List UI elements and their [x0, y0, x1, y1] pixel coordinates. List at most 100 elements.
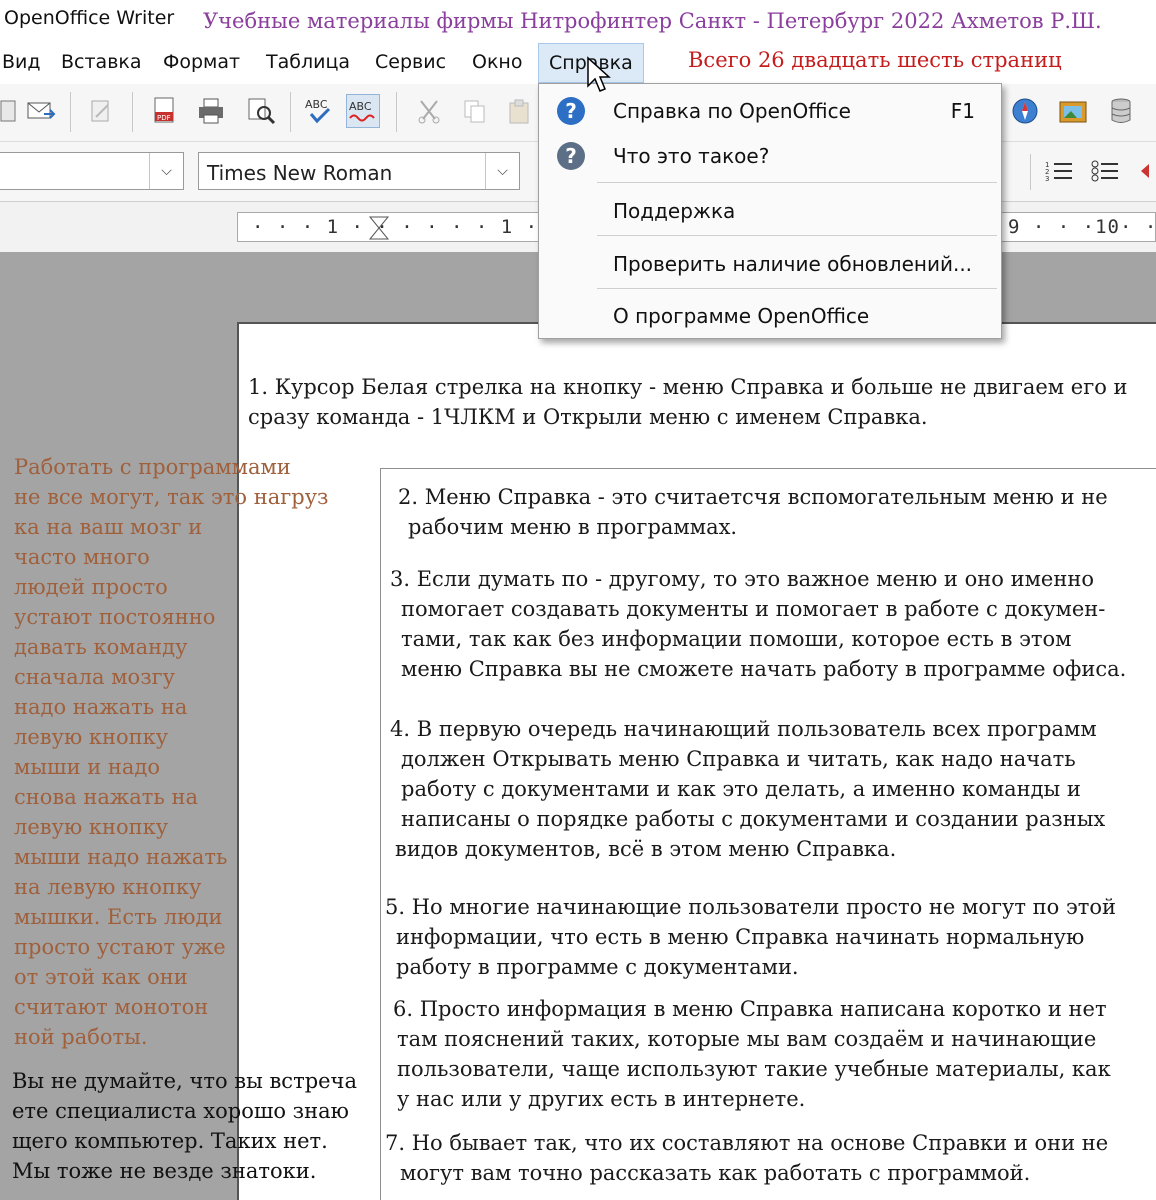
note-line: Мы тоже не везде знатоки. [12, 1159, 317, 1183]
numbering-icon[interactable]: 123 [1042, 154, 1076, 188]
menu-item-whats-this[interactable]: ? Что это такое? [539, 132, 1001, 178]
edit-icon[interactable] [0, 94, 26, 128]
note-line: людей просто [14, 575, 168, 599]
text-line: меню Справка вы не сможете начать работу… [401, 657, 1127, 681]
text-line: видов документов, всё в этом меню Справк… [395, 837, 897, 861]
menu-separator [597, 235, 997, 236]
autospellcheck-icon[interactable]: ABC [346, 94, 380, 128]
note-line: снова нажать на [14, 785, 199, 809]
note-line: считают монотон [14, 995, 209, 1019]
paragraph-4[interactable]: 4. В первую очередь начинающий пользоват… [390, 714, 1105, 864]
note-line: давать команду [14, 635, 188, 659]
title-bar: OpenOffice Writer Учебные материалы фирм… [0, 0, 1156, 40]
text-line: тами, так как без информации помоши, кот… [401, 627, 1072, 651]
email-icon[interactable] [24, 94, 58, 128]
note-line: мыши и надо [14, 755, 161, 779]
paragraph-style-combo[interactable]: ⌵ [0, 152, 184, 190]
paste-icon[interactable] [502, 94, 536, 128]
text-line: у нас или у других есть в интернете. [397, 1087, 806, 1111]
spellcheck-icon[interactable]: ABC [302, 94, 336, 128]
menu-item-label: О программе OpenOffice [613, 304, 870, 328]
paragraph-5[interactable]: 5. Но многие начинающие пользователи про… [385, 892, 1116, 982]
text-line: помогает создавать документы и помогает … [401, 597, 1106, 621]
menu-window[interactable]: Окно [472, 51, 522, 73]
cut-icon[interactable] [412, 94, 446, 128]
note-line: ка на ваш мозг и [14, 515, 203, 539]
font-name-combo[interactable]: Times New Roman ⌵ [198, 152, 520, 190]
paragraph-1[interactable]: 1. Курсор Белая стрелка на кнопку - меню… [248, 372, 1128, 432]
shortcut-label: F1 [950, 99, 975, 123]
help-menu-dropdown: ? Справка по OpenOffice F1 ? Что это так… [538, 83, 1002, 339]
font-name-value: Times New Roman [207, 161, 393, 185]
note-line: ной работы. [14, 1025, 148, 1049]
paragraph-2[interactable]: 2. Меню Справка - это считаетсчя вспомог… [398, 482, 1108, 542]
paragraph-6[interactable]: 6. Просто информация в меню Справка напи… [393, 994, 1111, 1114]
text-line: 4. В первую очередь начинающий пользоват… [390, 717, 1097, 741]
chevron-down-icon[interactable]: ⌵ [485, 153, 519, 189]
bottom-note: Вы не думайте, что вы встреча ете специа… [12, 1066, 357, 1186]
navigator-icon[interactable] [1008, 94, 1042, 128]
text-line: пользователи, чаще используют такие учеб… [397, 1057, 1111, 1081]
app-title: OpenOffice Writer [4, 7, 175, 29]
decrease-indent-icon[interactable] [1132, 154, 1156, 188]
menu-item-label: Что это такое? [613, 144, 770, 168]
note-line: не все могут, так это нагруз [14, 485, 329, 509]
edit-mode-icon[interactable] [84, 94, 118, 128]
note-line: левую кнопку [14, 725, 169, 749]
text-line: 3. Если думать по - другому, то это важн… [390, 567, 1094, 591]
text-line: там пояснений таких, которые мы вам созд… [397, 1027, 1097, 1051]
text-line: работу в программе с документами. [396, 955, 799, 979]
svg-text:ABC: ABC [349, 100, 372, 113]
indent-marker-icon[interactable] [368, 215, 390, 241]
toolbar-separator [396, 92, 397, 132]
paragraph-7[interactable]: 7. Но бывает так, что их составляют на о… [385, 1128, 1108, 1188]
note-line: просто устают уже [14, 935, 226, 959]
note-line: мышки. Есть люди [14, 905, 223, 929]
bullets-icon[interactable] [1088, 154, 1122, 188]
text-line: рабочим меню в программах. [408, 515, 738, 539]
note-line: устают постоянно [14, 605, 216, 629]
chevron-down-icon[interactable]: ⌵ [149, 153, 183, 189]
toolbar-separator [290, 92, 291, 132]
data-sources-icon[interactable] [1104, 94, 1138, 128]
print-preview-icon[interactable] [244, 94, 278, 128]
svg-text:ABC: ABC [305, 98, 328, 111]
menu-item-about[interactable]: О программе OpenOffice [539, 292, 1001, 338]
menu-view[interactable]: Вид [2, 51, 41, 73]
pdf-export-icon[interactable]: PDF [148, 94, 182, 128]
menu-item-label: Проверить наличие обновлений... [613, 252, 973, 276]
gallery-icon[interactable] [1056, 94, 1090, 128]
text-line: сразу команда - 1ЧЛКМ и Открыли меню с и… [248, 405, 928, 429]
note-line: мыши надо нажать [14, 845, 228, 869]
text-line: 6. Просто информация в меню Справка напи… [393, 997, 1107, 1021]
text-line: 2. Меню Справка - это считаетсчя вспомог… [398, 485, 1108, 509]
text-line: работу с документами и как это делать, а… [401, 777, 1081, 801]
text-line: информации, что есть в меню Справка начи… [396, 925, 1085, 949]
text-line: написаны о порядке работы с документами … [401, 807, 1106, 831]
menu-bar: Вид Вставка Формат Таблица Сервис Окно С… [0, 40, 1156, 84]
note-line: левую кнопку [14, 815, 169, 839]
help-icon: ? [557, 97, 585, 125]
toolbar-separator [1030, 154, 1031, 190]
pages-note: Всего 26 двадцать шесть страниц [688, 48, 1062, 72]
note-line: часто много [14, 545, 150, 569]
text-line: 5. Но многие начинающие пользователи про… [385, 895, 1116, 919]
menu-item-support[interactable]: Поддержка [539, 187, 1001, 233]
menu-tools[interactable]: Сервис [375, 51, 446, 73]
menu-format[interactable]: Формат [163, 51, 240, 73]
note-line: щего компьютер. Таких нет. [12, 1129, 328, 1153]
ruler-marks-right: 9 · · ·10· · · [1008, 216, 1156, 238]
menu-insert[interactable]: Вставка [61, 51, 142, 73]
header-note: Учебные материалы фирмы Нитрофинтер Санк… [203, 9, 1102, 33]
menu-item-label: Поддержка [613, 199, 736, 223]
copy-icon[interactable] [458, 94, 492, 128]
note-line: Вы не думайте, что вы встреча [12, 1069, 357, 1093]
note-line: Работать с программами [14, 455, 291, 479]
menu-table[interactable]: Таблица [266, 51, 350, 73]
print-icon[interactable] [194, 94, 228, 128]
side-note: Работать с программами не все могут, так… [14, 452, 329, 1052]
note-line: ете специалиста хорошо знаю [12, 1099, 349, 1123]
paragraph-3[interactable]: 3. Если думать по - другому, то это важн… [390, 564, 1126, 684]
menu-item-check-updates[interactable]: Проверить наличие обновлений... [539, 240, 1001, 286]
note-line: на левую кнопку [14, 875, 202, 899]
